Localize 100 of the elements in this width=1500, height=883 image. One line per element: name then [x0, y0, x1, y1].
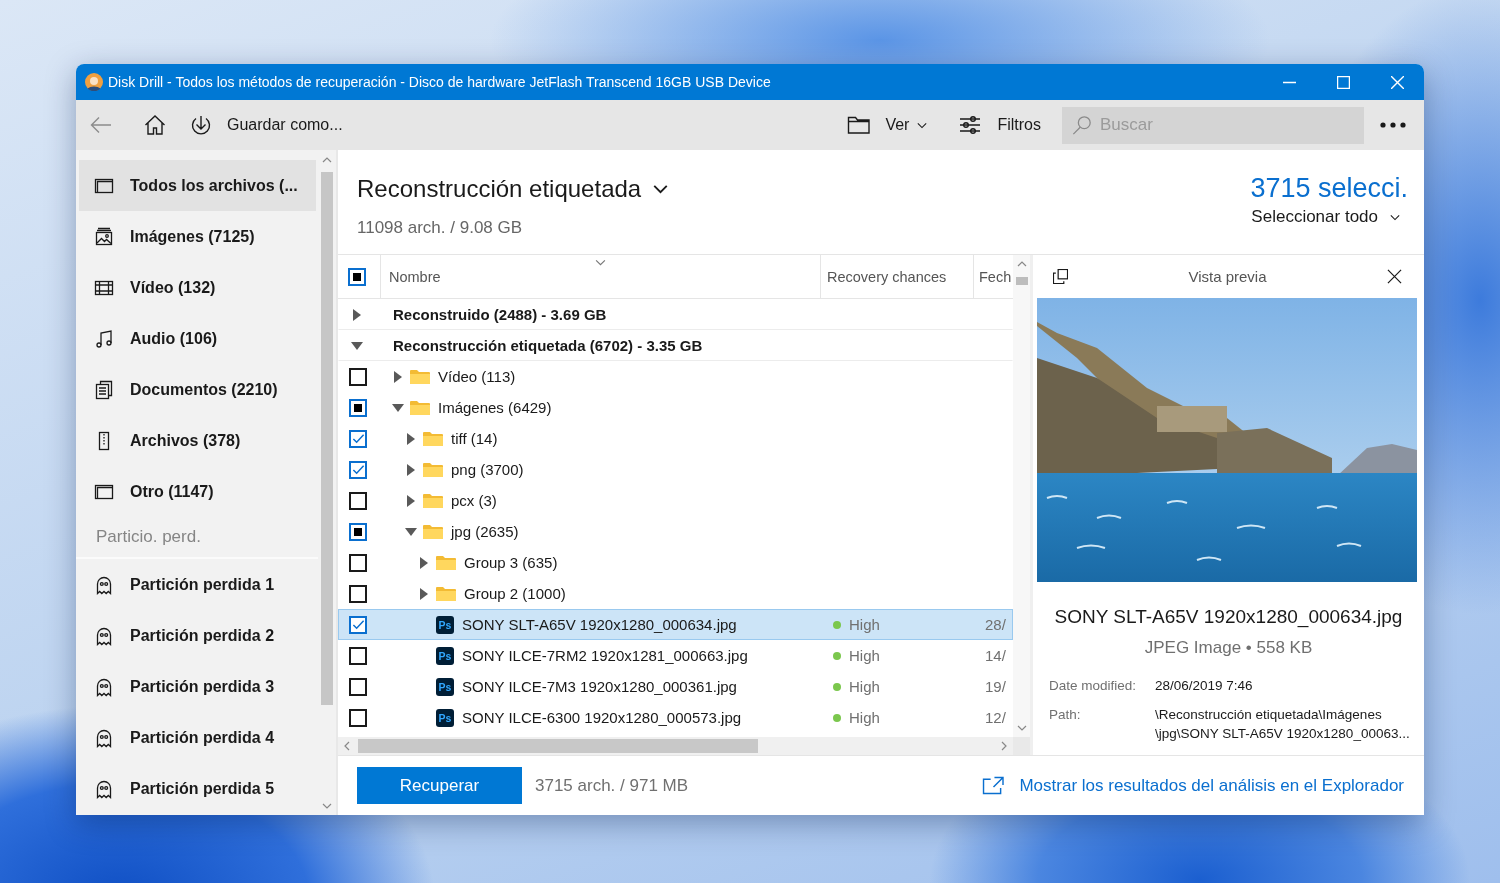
- file-name: SONY SLT-A65V 1920x1280_000634.jpg: [462, 616, 737, 633]
- more-icon: [1380, 122, 1406, 128]
- sidebar-item[interactable]: Vídeo (132): [79, 262, 316, 313]
- chevron-down-icon[interactable]: [1016, 725, 1027, 731]
- detach-button[interactable]: [1051, 267, 1069, 286]
- checkbox[interactable]: [349, 584, 367, 603]
- file-row[interactable]: Ps SONY ILCE-6300 1920x1280_000573.jpg High 12/: [338, 702, 1013, 733]
- checkbox[interactable]: [349, 646, 367, 665]
- detail-value: \Reconstrucción etiquetada\Imágenes \jpg\SONY SLT-A65V 1920x1280_00063...: [1155, 706, 1411, 743]
- chevron-down-icon[interactable]: [322, 803, 332, 809]
- sidebar-item[interactable]: Audio (106): [79, 313, 316, 364]
- file-row[interactable]: Ps SONY ILCE-7RM2 1920x1281_000663.jpg High 14/: [338, 640, 1013, 671]
- caret-right-icon[interactable]: [418, 556, 430, 569]
- modified-date: 12/: [985, 709, 1006, 726]
- folder-row[interactable]: Group 2 (1000): [338, 578, 1013, 609]
- file-name: SONY ILCE-7M3 1920x1280_000361.jpg: [462, 678, 737, 695]
- caret-down-icon[interactable]: [392, 401, 404, 414]
- filters-button[interactable]: Filtros: [953, 106, 1047, 144]
- save-as-button[interactable]: Guardar como...: [190, 106, 347, 144]
- scrollbar-thumb[interactable]: [358, 739, 758, 753]
- folder-name: Vídeo (113): [438, 368, 516, 385]
- folder-icon: [410, 399, 430, 416]
- folder-outline-icon: [847, 115, 872, 135]
- recover-button[interactable]: Recuperar: [357, 767, 522, 804]
- column-header[interactable]: Recovery chances: [820, 255, 973, 298]
- results-summary: 11098 arch. / 9.08 GB: [357, 218, 524, 238]
- sidebar-item[interactable]: Imágenes (7125): [79, 211, 316, 262]
- sliders-icon: [959, 114, 982, 136]
- music-note-icon: [94, 328, 114, 349]
- checkbox[interactable]: [349, 367, 367, 386]
- image-icon: [94, 226, 114, 247]
- group-row[interactable]: Reconstruido (2488) - 3.69 GB: [338, 299, 1013, 330]
- folder-icon: [423, 461, 443, 478]
- caret-right-icon[interactable]: [405, 432, 417, 445]
- folder-row[interactable]: pcx (3): [338, 485, 1013, 516]
- search-field[interactable]: Buscar: [1062, 106, 1364, 144]
- group-name: Reconstruido (2488) - 3.69 GB: [392, 306, 607, 323]
- folder-name: tiff (14): [451, 430, 498, 447]
- sidebar-item[interactable]: Partición perdida 5: [79, 763, 316, 814]
- caret-down-icon[interactable]: [351, 339, 363, 352]
- folder-row[interactable]: tiff (14): [338, 423, 1013, 454]
- checkbox[interactable]: [349, 615, 367, 634]
- chevron-up-icon[interactable]: [1016, 261, 1027, 267]
- caret-right-icon[interactable]: [405, 463, 417, 476]
- copy-icon: [1052, 269, 1068, 284]
- ghost-icon: [94, 727, 114, 748]
- folder-row[interactable]: Imágenes (6429): [338, 392, 1013, 423]
- folder-icon: [423, 430, 443, 447]
- caret-right-icon[interactable]: [392, 370, 404, 383]
- sidebar-item[interactable]: Documentos (2210): [79, 364, 316, 415]
- checkbox[interactable]: [349, 677, 367, 696]
- checkbox[interactable]: [348, 267, 366, 286]
- sidebar-item[interactable]: Todos los archivos (...: [79, 160, 316, 211]
- sidebar-item[interactable]: Partición perdida 1: [79, 559, 316, 610]
- checkbox[interactable]: [349, 553, 367, 572]
- caret-right-icon[interactable]: [405, 494, 417, 507]
- checkbox[interactable]: [349, 429, 367, 448]
- sidebar-item[interactable]: Partición perdida 2: [79, 610, 316, 661]
- scrollbar-thumb[interactable]: [1015, 277, 1028, 285]
- chevron-right-icon[interactable]: [1001, 741, 1007, 751]
- folder-icon: [436, 585, 456, 602]
- folder-row[interactable]: jpg (2635): [338, 516, 1013, 547]
- file-row[interactable]: Ps SONY ILCE-7M3 1920x1280_000361.jpg High 19/: [338, 671, 1013, 702]
- folder-row[interactable]: Vídeo (113): [338, 361, 1013, 392]
- checkbox[interactable]: [349, 398, 367, 417]
- ghost-icon: [94, 778, 114, 799]
- caret-down-icon[interactable]: [405, 525, 417, 538]
- folder-row[interactable]: png (3700): [338, 454, 1013, 485]
- sidebar-item[interactable]: Otro (1147): [79, 466, 316, 517]
- checkmark-icon: [351, 463, 365, 476]
- view-menu-button[interactable]: Ver: [841, 106, 934, 144]
- folder-icon: [436, 554, 456, 571]
- close-icon: [1390, 75, 1404, 89]
- folder-icon: [410, 368, 430, 385]
- checkbox[interactable]: [349, 522, 367, 541]
- window-title: Disk Drill - Todos los métodos de recuperación - Disco de hardware JetFlash Transcend 16GB USB Device: [108, 74, 771, 90]
- checkmark-icon: [351, 618, 365, 631]
- column-header[interactable]: Nombre: [380, 255, 820, 298]
- chevron-left-icon[interactable]: [344, 741, 350, 751]
- caret-right-icon[interactable]: [418, 587, 430, 600]
- chevron-up-icon[interactable]: [322, 157, 332, 163]
- explorer-link[interactable]: Mostrar los resultados del análisis en el Explorador: [982, 775, 1404, 796]
- scrollbar-thumb[interactable]: [321, 172, 333, 705]
- close-preview-button[interactable]: [1386, 267, 1404, 286]
- sidebar-item[interactable]: Archivos (378): [79, 415, 316, 466]
- file-row[interactable]: Ps SONY SLT-A65V 1920x1280_000634.jpg High 28/: [338, 609, 1013, 640]
- folder-row[interactable]: Group 3 (635): [338, 547, 1013, 578]
- checkbox[interactable]: [349, 460, 367, 479]
- ghost-icon: [94, 676, 114, 697]
- maximize-icon: [1336, 75, 1350, 89]
- results-title-dropdown[interactable]: Reconstrucción etiquetada: [357, 174, 669, 204]
- sidebar-item[interactable]: Partición perdida 3: [79, 661, 316, 712]
- caret-right-icon[interactable]: [351, 308, 363, 321]
- select-all-dropdown[interactable]: Seleccionar todo: [1251, 207, 1408, 227]
- section-label: Particio. perd.: [76, 517, 318, 559]
- recovery-chance: High: [849, 616, 880, 633]
- checkbox[interactable]: [349, 708, 367, 727]
- sidebar-item[interactable]: Partición perdida 4: [79, 712, 316, 763]
- checkbox[interactable]: [349, 491, 367, 510]
- group-row[interactable]: Reconstrucción etiquetada (6702) - 3.35 GB: [338, 330, 1013, 361]
